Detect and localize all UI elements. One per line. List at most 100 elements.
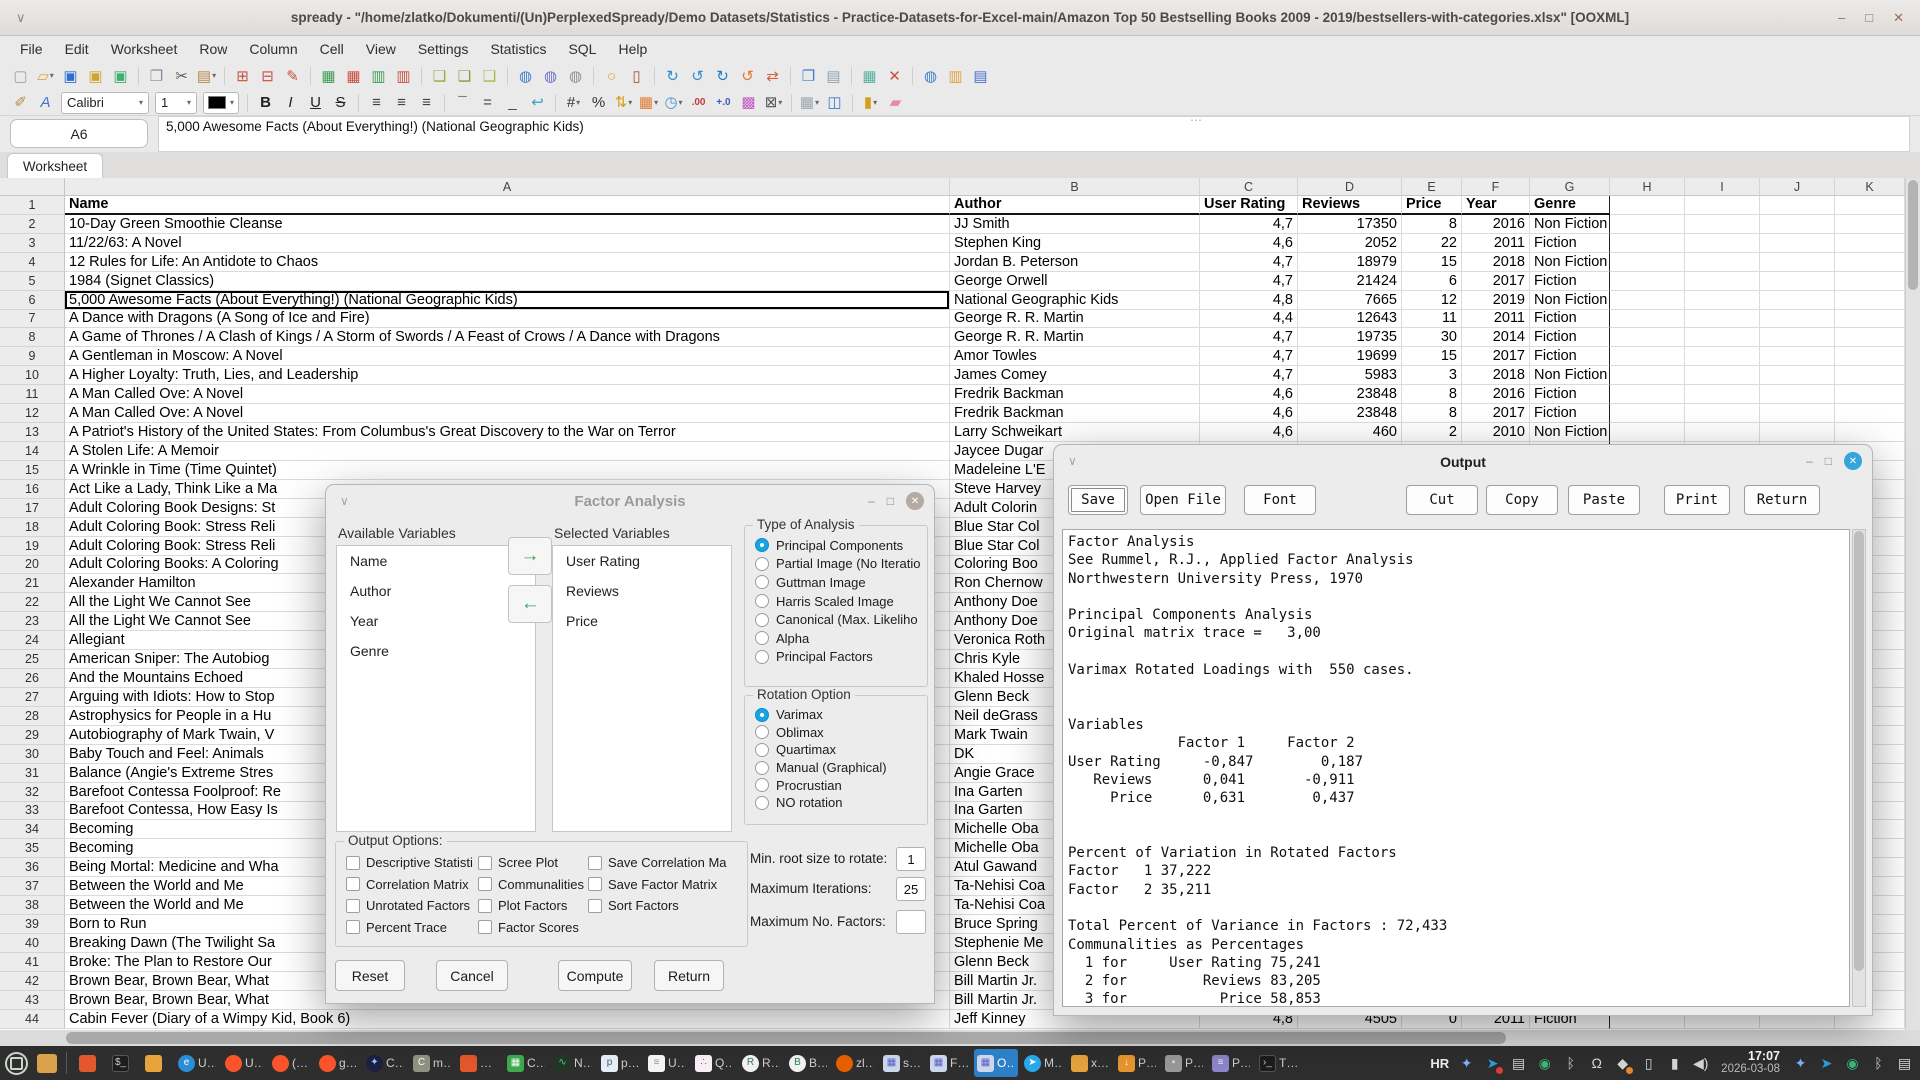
align-left-icon[interactable]: ≡ — [364, 91, 389, 115]
cell-A5[interactable]: 1984 (Signet Classics) — [65, 271, 950, 291]
menu-edit[interactable]: Edit — [55, 38, 99, 60]
cell-G2[interactable]: Non Fiction — [1530, 214, 1610, 234]
taskbar-window-telegram[interactable]: ➤M… — [1021, 1049, 1065, 1077]
row-header-11[interactable]: 11 — [0, 385, 65, 405]
cell-G10[interactable]: Non Fiction — [1530, 366, 1610, 386]
lock-cells-icon[interactable]: ▮ ▾ — [858, 91, 883, 115]
cell-G5[interactable]: Fiction — [1530, 271, 1610, 291]
cell-G1[interactable]: Genre — [1530, 196, 1610, 215]
taskbar-window-folder[interactable]: x… — [1068, 1049, 1112, 1077]
output-chevron-icon[interactable]: ∨ — [1068, 454, 1077, 468]
font-size-select[interactable]: 1 ▾ — [155, 91, 197, 114]
dialog-chevron-icon[interactable]: ∨ — [340, 494, 349, 508]
radio-icon[interactable] — [755, 594, 769, 609]
analysis-type-option[interactable]: Harris Scaled Image — [745, 592, 927, 611]
radio-icon[interactable] — [755, 556, 769, 571]
cell-C12[interactable]: 4,6 — [1200, 404, 1298, 424]
paste-button[interactable]: Paste — [1568, 485, 1640, 515]
cell-D10[interactable]: 5983 — [1298, 366, 1402, 386]
cell-K5[interactable] — [1835, 271, 1905, 291]
cell-I11[interactable] — [1685, 385, 1760, 405]
rotation-option[interactable]: Quartimax — [745, 741, 927, 759]
cell-H7[interactable] — [1610, 309, 1685, 329]
font-button[interactable]: Font — [1244, 485, 1316, 515]
cell-D8[interactable]: 19735 — [1298, 328, 1402, 348]
column-header-G[interactable]: G — [1530, 178, 1610, 196]
font-name-select[interactable]: Calibri ▾ — [61, 91, 149, 114]
open-file-icon[interactable]: ▱ ▾ — [33, 64, 58, 88]
dropdown-caret-icon[interactable]: ▾ — [654, 98, 658, 107]
cell-H3[interactable] — [1610, 233, 1685, 253]
cell-K1[interactable] — [1835, 196, 1905, 215]
remove-variable-button[interactable]: → — [508, 585, 552, 623]
cell-B9[interactable]: Amor Towles — [950, 347, 1200, 367]
cell-J12[interactable] — [1760, 404, 1835, 424]
output-scrollbar[interactable] — [1852, 529, 1866, 1007]
cell-J2[interactable] — [1760, 214, 1835, 234]
row-header-14[interactable]: 14 — [0, 441, 65, 461]
vertical-scrollbar[interactable] — [1905, 178, 1920, 1030]
spiral-tray-icon[interactable]: ✦ — [1792, 1055, 1809, 1072]
cell-E13[interactable]: 2 — [1402, 423, 1462, 442]
web-link-add-icon[interactable]: ◍ — [513, 64, 538, 88]
row-header-12[interactable]: 12 — [0, 404, 65, 424]
row-header-5[interactable]: 5 — [0, 271, 65, 291]
row-header-28[interactable]: 28 — [0, 706, 65, 726]
zoom-icon[interactable]: ◉ — [1844, 1055, 1861, 1072]
analysis-type-option[interactable]: Principal Components — [745, 536, 927, 555]
cell-B4[interactable]: Jordan B. Peterson — [950, 252, 1200, 272]
cell-I6[interactable] — [1685, 290, 1760, 310]
strikethrough-icon[interactable]: S — [328, 91, 353, 115]
taskbar-window-spready[interactable]: ▦ F… — [927, 1049, 971, 1077]
column-header-J[interactable]: J — [1760, 178, 1835, 196]
delete-cells-icon[interactable]: ⊟ — [255, 64, 280, 88]
freeze-panes-icon[interactable]: ◫ — [822, 91, 847, 115]
taskbar-window-brave[interactable]: U… — [222, 1049, 266, 1077]
cell-I1[interactable] — [1685, 196, 1760, 215]
cell-C3[interactable]: 4,6 — [1200, 233, 1298, 253]
cell-C11[interactable]: 4,6 — [1200, 385, 1298, 405]
selected-variable-item[interactable]: Price — [553, 606, 731, 636]
row-header-20[interactable]: 20 — [0, 555, 65, 575]
menu-column[interactable]: Column — [239, 38, 307, 60]
cell-C13[interactable]: 4,6 — [1200, 423, 1298, 442]
cell-H2[interactable] — [1610, 214, 1685, 234]
underline-icon[interactable]: U — [303, 91, 328, 115]
row-header-43[interactable]: 43 — [0, 990, 65, 1010]
cell-B7[interactable]: George R. R. Martin — [950, 309, 1200, 329]
radio-icon[interactable] — [755, 575, 769, 590]
cell-H10[interactable] — [1610, 366, 1685, 386]
available-variable-item[interactable]: Genre — [337, 636, 535, 666]
print-button[interactable]: Print — [1664, 485, 1730, 515]
fill-color[interactable]: ▾ — [203, 91, 240, 114]
cell-C4[interactable]: 4,7 — [1200, 252, 1298, 272]
row-header-37[interactable]: 37 — [0, 877, 65, 897]
tools-icon[interactable]: ✕ — [882, 64, 907, 88]
output-option-scree-plot[interactable]: Scree Plot — [478, 852, 586, 874]
cell-A2[interactable]: 10-Day Green Smoothie Cleanse — [65, 214, 950, 234]
cell-F9[interactable]: 2017 — [1462, 347, 1530, 367]
eraser-icon[interactable]: ▰ — [883, 91, 908, 115]
cell-E12[interactable]: 8 — [1402, 404, 1462, 424]
dialog-close-icon[interactable]: ✕ — [906, 492, 924, 510]
dropdown-caret-icon[interactable]: ▾ — [230, 98, 234, 107]
telegram-tray-icon[interactable]: ➤ — [1484, 1055, 1504, 1074]
time-format-icon[interactable]: ◷ ▾ — [661, 91, 686, 115]
cell-K4[interactable] — [1835, 252, 1905, 272]
dropdown-caret-icon[interactable]: ▾ — [679, 98, 683, 107]
dropdown-caret-icon[interactable]: ▾ — [873, 98, 877, 107]
row-header-36[interactable]: 36 — [0, 858, 65, 878]
taskbar-window-firefox[interactable]: zl… — [833, 1049, 877, 1077]
cell-B13[interactable]: Larry Schweikart — [950, 423, 1200, 442]
checkbox-icon[interactable] — [588, 898, 602, 913]
menu-settings[interactable]: Settings — [408, 38, 479, 60]
bluetooth-icon[interactable]: ᛒ — [1870, 1055, 1887, 1071]
checkbox-icon[interactable] — [478, 898, 492, 913]
cell-E1[interactable]: Price — [1402, 196, 1462, 215]
row-header-30[interactable]: 30 — [0, 744, 65, 764]
titlebar-chevron-icon[interactable]: ∨ — [16, 10, 26, 26]
row-header-17[interactable]: 17 — [0, 498, 65, 518]
exit-icon[interactable]: ▯ — [624, 64, 649, 88]
taskbar-window-gray[interactable]: ▪P… — [1162, 1049, 1206, 1077]
menu-view[interactable]: View — [356, 38, 406, 60]
